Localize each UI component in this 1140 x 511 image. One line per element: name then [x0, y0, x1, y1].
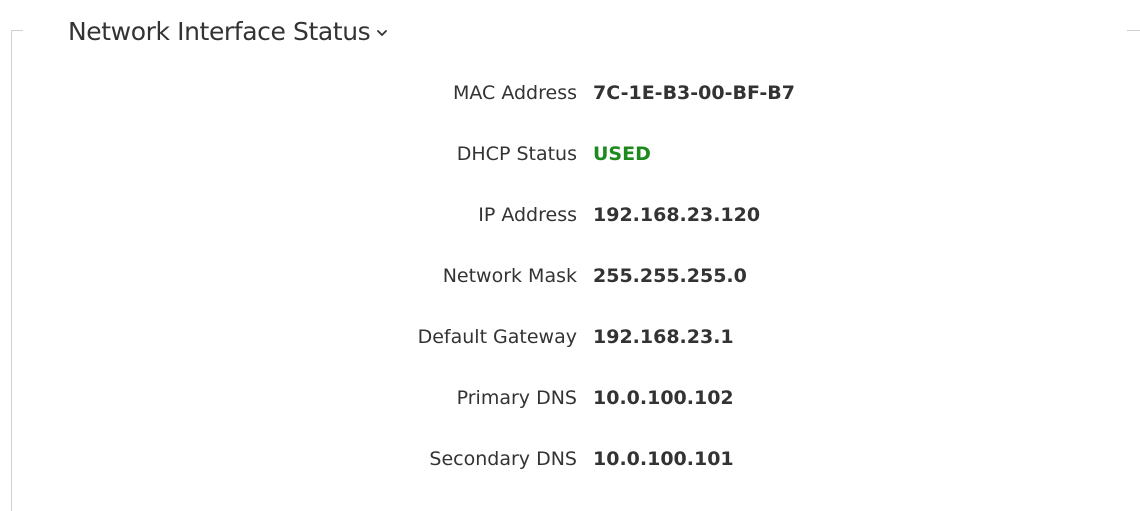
field-value-mac-address: 7C-1E-B3-00-BF-B7	[593, 82, 795, 104]
field-value-primary-dns: 10.0.100.102	[593, 387, 734, 409]
field-value-secondary-dns: 10.0.100.101	[593, 448, 734, 470]
field-value-dhcp-status: USED	[593, 143, 651, 165]
field-row-ip-address: IP Address 192.168.23.120	[0, 200, 1140, 230]
section-header-toggle[interactable]: Network Interface Status	[68, 12, 388, 50]
field-label-default-gateway: Default Gateway	[417, 326, 577, 348]
field-label-ip-address: IP Address	[478, 204, 577, 226]
section-title: Network Interface Status	[68, 16, 371, 46]
field-label-dhcp-status: DHCP Status	[456, 143, 577, 165]
field-label-mac-address: MAC Address	[452, 82, 577, 104]
section-frame-top-left-border	[11, 30, 23, 31]
field-value-ip-address: 192.168.23.120	[593, 204, 761, 226]
field-row-network-mask: Network Mask 255.255.255.0	[0, 261, 1140, 291]
field-row-dhcp-status: DHCP Status USED	[0, 139, 1140, 169]
field-value-network-mask: 255.255.255.0	[593, 265, 747, 287]
chevron-down-icon	[377, 30, 388, 36]
field-label-primary-dns: Primary DNS	[456, 387, 577, 409]
field-value-default-gateway: 192.168.23.1	[593, 326, 734, 348]
field-row-mac-address: MAC Address 7C-1E-B3-00-BF-B7	[0, 78, 1140, 108]
field-row-secondary-dns: Secondary DNS 10.0.100.101	[0, 444, 1140, 474]
field-row-default-gateway: Default Gateway 192.168.23.1	[0, 322, 1140, 352]
field-label-secondary-dns: Secondary DNS	[429, 448, 577, 470]
field-label-network-mask: Network Mask	[442, 265, 577, 287]
field-row-primary-dns: Primary DNS 10.0.100.102	[0, 383, 1140, 413]
section-frame-top-right-border	[1127, 30, 1140, 31]
